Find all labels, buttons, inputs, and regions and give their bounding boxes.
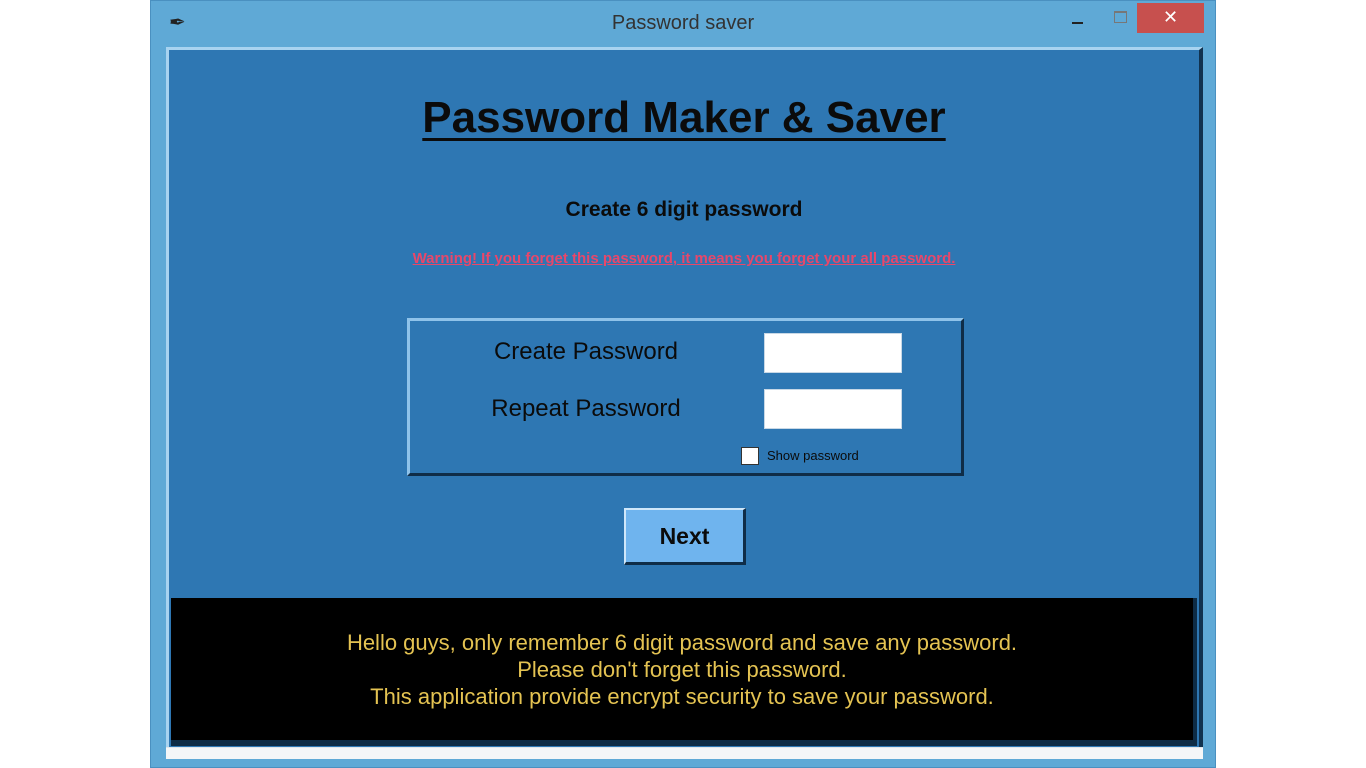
title-bar[interactable]: ✒ Password saver ✕ xyxy=(151,1,1215,47)
password-form: Create Password Repeat Password Show pas… xyxy=(407,318,964,476)
show-password-checkbox[interactable] xyxy=(741,447,759,465)
close-button[interactable]: ✕ xyxy=(1137,3,1204,33)
minimize-button[interactable] xyxy=(1061,3,1095,33)
show-password-label: Show password xyxy=(767,448,859,463)
info-line: Please don't forget this password. xyxy=(517,657,847,682)
create-password-field[interactable] xyxy=(764,333,902,373)
status-strip xyxy=(166,747,1203,759)
app-window: ✒ Password saver ✕ Password Maker & Save… xyxy=(150,0,1216,768)
info-line: This application provide encrypt securit… xyxy=(370,684,994,709)
page-title: Password Maker & Saver xyxy=(422,93,946,142)
info-line: Hello guys, only remember 6 digit passwo… xyxy=(346,630,1018,655)
main-panel: Password Maker & Saver Create 6 digit pa… xyxy=(166,47,1203,747)
maximize-button[interactable] xyxy=(1103,3,1137,33)
repeat-password-field[interactable] xyxy=(764,389,902,429)
warning-text: Warning! If you forget this password, it… xyxy=(412,250,956,267)
window-title: Password saver xyxy=(611,12,755,34)
info-panel: Hello guys, only remember 6 digit passwo… xyxy=(171,598,1197,746)
repeat-password-label: Repeat Password xyxy=(491,395,681,422)
create-password-label: Create Password xyxy=(493,338,679,365)
next-button[interactable]: Next xyxy=(624,508,746,565)
subtitle: Create 6 digit password xyxy=(565,198,803,221)
